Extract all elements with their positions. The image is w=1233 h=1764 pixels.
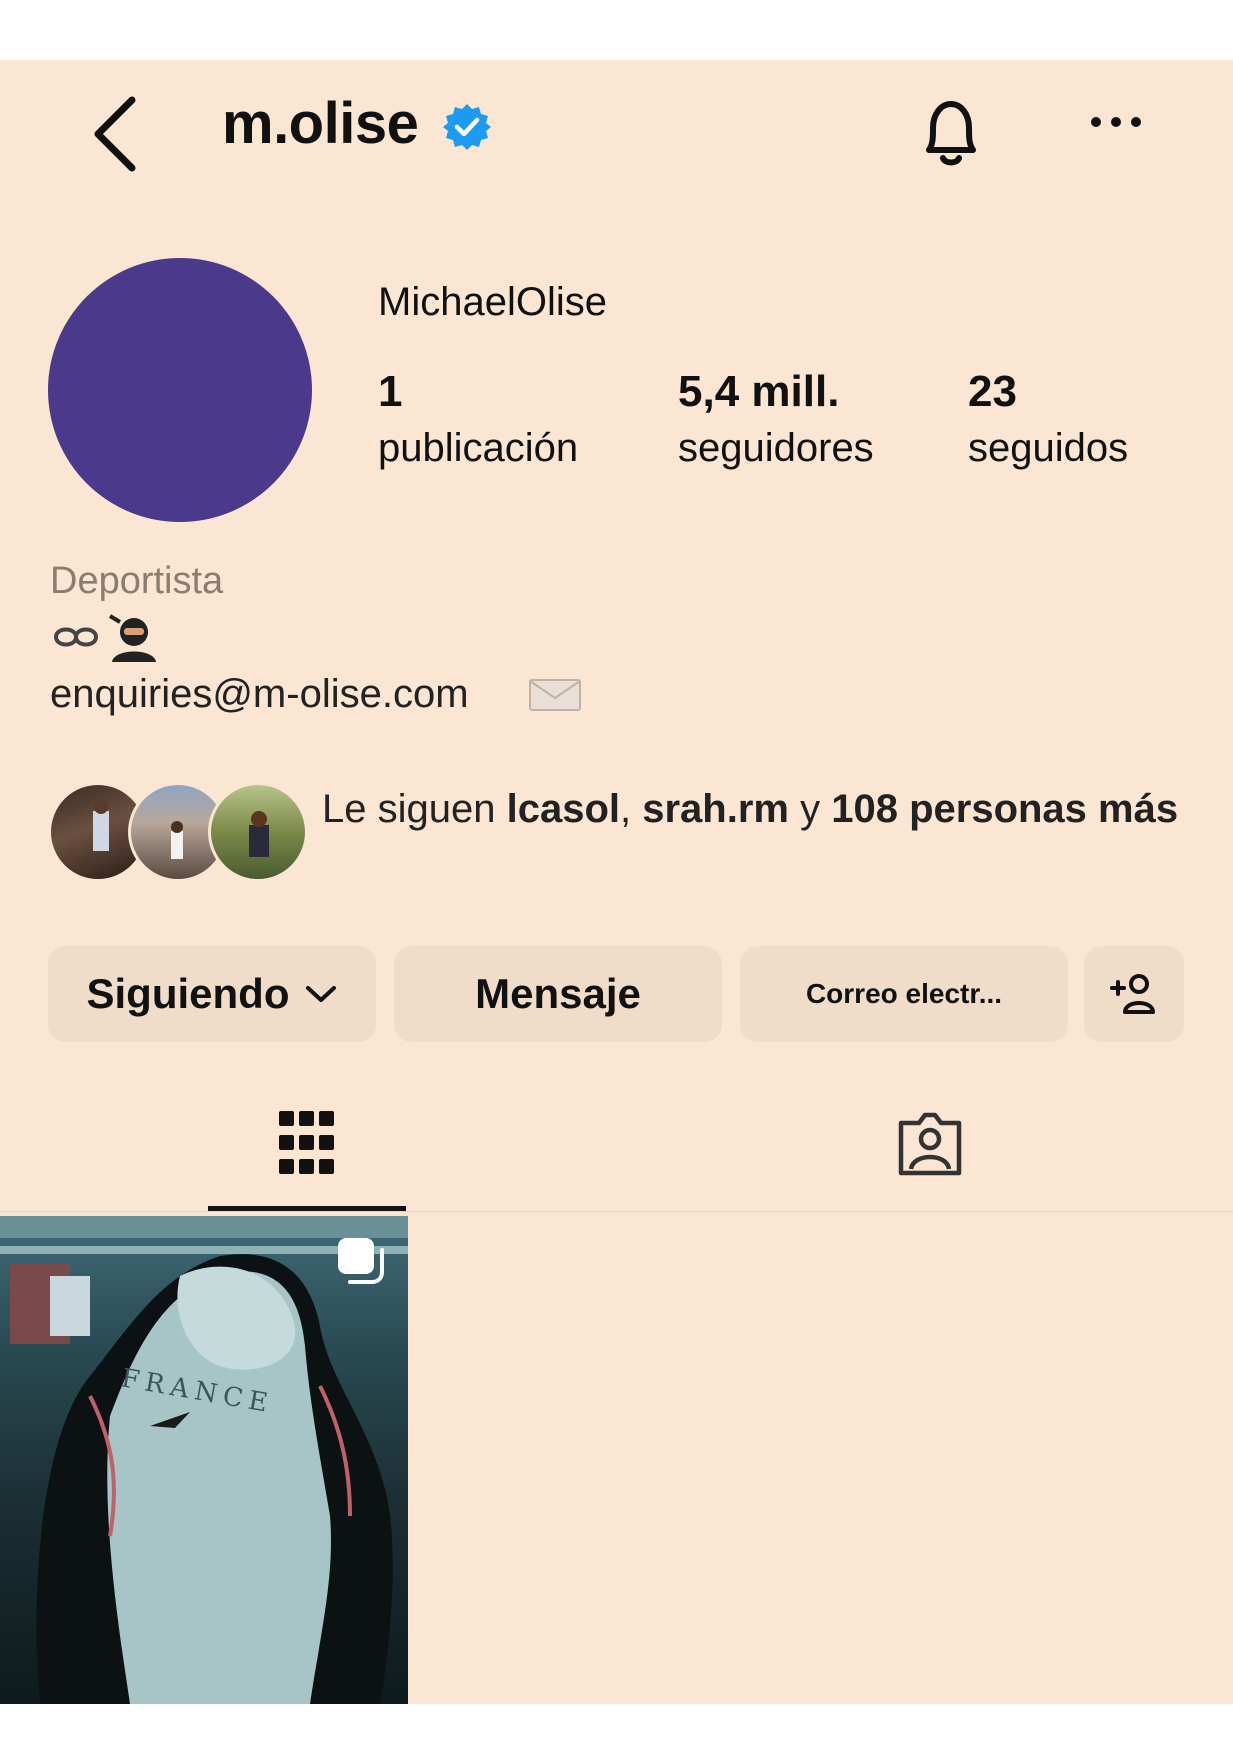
envelope-icon [529,679,581,711]
message-label: Mensaje [475,970,641,1017]
multiple-photos-icon [338,1238,384,1284]
followed-by-sep1: , [620,787,643,831]
email-contact-label: Correo electr... [805,978,1003,1009]
following-button[interactable]: Siguiendo [48,946,376,1042]
profile-username: m.olise [222,91,419,156]
grid-icon [279,1111,334,1174]
email-contact-button[interactable]: Correo electr... [740,946,1068,1042]
chevron-down-icon [305,986,336,1002]
tab-tagged[interactable] [840,1094,1020,1194]
stat-followers[interactable]: 5,4 mill. seguidores [678,367,874,470]
stat-posts-value: 1 [378,367,403,416]
bio-emoji-infinity-ninja-icon [53,614,156,662]
more-options-icon[interactable] [1088,110,1144,134]
stat-following-label: seguidos [968,426,1129,470]
following-label: Siguiendo [86,970,290,1017]
stat-posts-label: publicación [378,426,579,470]
followed-by-prefix: Le siguen [322,787,507,831]
stat-following-value: 23 [968,367,1017,416]
followed-by-text: Le siguen lcasol, srah.rm y 108 personas… [322,782,1192,836]
post-image: FRANCE [0,1216,408,1704]
stat-following[interactable]: 23 seguidos [968,367,1129,470]
verified-badge-icon [443,104,491,150]
follower-link-1[interactable]: lcasol [507,787,620,831]
display-name: MichaelOlise [378,280,607,324]
stat-followers-value: 5,4 mill. [678,367,840,416]
notifications-bell-icon[interactable] [915,92,987,172]
tab-divider [0,1211,1233,1212]
message-button[interactable]: Mensaje [394,946,722,1042]
tab-posts-grid[interactable] [208,1094,406,1194]
follower-link-2[interactable]: srah.rm [642,787,789,831]
profile-avatar[interactable] [48,258,312,522]
profile-screen: m.olise MichaelOlise 1 publicación 5,4 m… [0,60,1233,1704]
profile-category: Deportista [50,560,224,602]
followed-by-rest[interactable]: 108 personas más [831,787,1178,831]
suggested-users-button[interactable] [1084,946,1184,1042]
back-arrow-icon[interactable] [88,94,144,174]
add-person-icon [1110,974,1155,1014]
stat-posts[interactable]: 1 publicación [378,367,579,470]
tagged-person-icon [898,1112,962,1176]
post-thumbnail[interactable]: FRANCE [0,1216,408,1704]
profile-email[interactable]: enquiries@m-olise.com [50,672,469,717]
stat-followers-label: seguidores [678,426,874,470]
follower-avatar [208,782,308,882]
followed-by-sep2: y [788,787,832,831]
